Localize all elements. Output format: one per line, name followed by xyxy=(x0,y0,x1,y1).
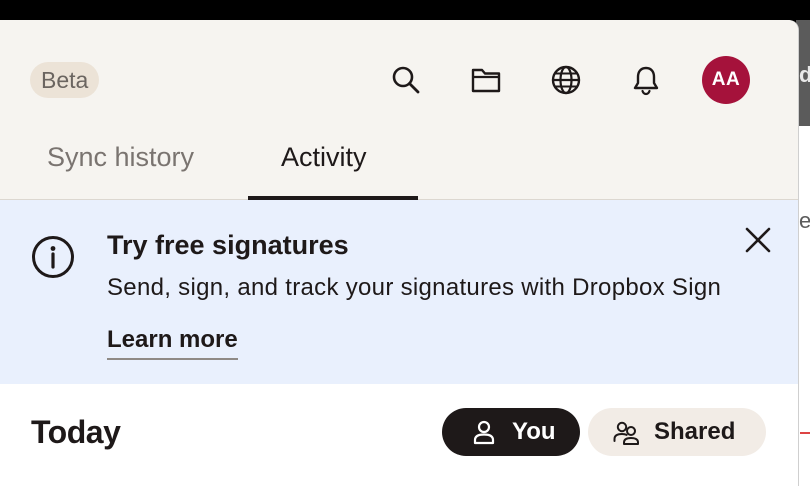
search-button[interactable] xyxy=(386,60,426,100)
filter-you-button[interactable]: You xyxy=(442,408,580,456)
beta-badge: Beta xyxy=(30,62,100,98)
search-icon xyxy=(392,66,420,94)
bell-icon xyxy=(633,66,659,96)
person-icon xyxy=(473,420,495,445)
section-title: Today xyxy=(31,414,121,450)
avatar[interactable]: AA xyxy=(702,56,750,104)
folder-button[interactable] xyxy=(466,60,506,100)
learn-more-link[interactable]: Learn more xyxy=(107,326,238,360)
activity-panel: Beta AA Sync history Activity Try free s… xyxy=(0,20,798,486)
globe-button[interactable] xyxy=(546,60,586,100)
folder-icon xyxy=(471,68,501,93)
tab-sync-history[interactable]: Sync history xyxy=(47,142,194,173)
dismiss-banner-button[interactable] xyxy=(740,222,776,258)
people-icon xyxy=(613,421,639,445)
tab-activity[interactable]: Activity xyxy=(281,142,367,173)
notifications-button[interactable] xyxy=(626,60,666,100)
filter-shared-button[interactable]: Shared xyxy=(588,408,766,456)
background-text-fragment: e xyxy=(799,208,810,233)
globe-icon xyxy=(551,65,581,95)
background-window: d e xyxy=(796,20,810,486)
filter-you-label: You xyxy=(512,418,556,445)
info-icon xyxy=(32,236,74,278)
background-text-fragment: d xyxy=(799,62,810,87)
banner-title: Try free signatures xyxy=(107,230,349,260)
close-icon xyxy=(745,227,771,253)
panel-header xyxy=(0,20,798,200)
filter-shared-label: Shared xyxy=(654,418,736,445)
background-divider xyxy=(800,432,810,434)
banner-description: Send, sign, and track your signatures wi… xyxy=(107,274,722,301)
